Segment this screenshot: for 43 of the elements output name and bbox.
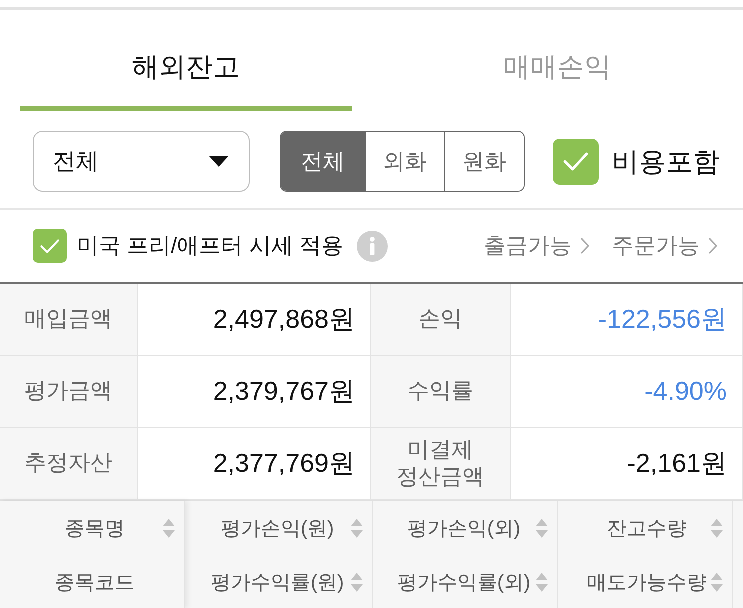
column-header[interactable]: 종목명 bbox=[0, 501, 184, 555]
column-header: 종목코드 bbox=[54, 570, 136, 596]
chevron-right-icon bbox=[580, 237, 590, 255]
summary-value: -122,556원 bbox=[511, 284, 743, 356]
sort-icon bbox=[536, 518, 548, 538]
extended-hours-checkbox[interactable] bbox=[33, 229, 67, 263]
caret-down-icon bbox=[209, 156, 229, 167]
summary-label: 미결제 정산금액 bbox=[371, 428, 511, 500]
account-dropdown[interactable]: 전체 bbox=[33, 131, 250, 192]
sort-icon bbox=[163, 518, 175, 538]
summary-value: 2,377,769원 bbox=[138, 428, 371, 500]
info-icon[interactable] bbox=[357, 230, 388, 262]
column-header[interactable]: 잔고수량 bbox=[558, 501, 732, 555]
column-header[interactable]: 매도가능수량 bbox=[558, 555, 732, 608]
tab[interactable]: 해외잔고 bbox=[20, 10, 352, 111]
checkmark-icon bbox=[563, 152, 589, 172]
summary-label: 평가금액 bbox=[0, 356, 138, 428]
column-header[interactable]: 평가수익률(원) bbox=[185, 555, 372, 608]
include-fees-checkbox[interactable] bbox=[553, 138, 599, 184]
sort-icon bbox=[711, 518, 723, 538]
include-fees-label: 비용포함 bbox=[612, 146, 720, 178]
nav-link[interactable]: 출금가능 bbox=[484, 231, 590, 261]
summary-label: 손익 bbox=[371, 284, 511, 356]
currency-toggle-option[interactable]: 전체 bbox=[281, 132, 365, 191]
summary-label: 매입금액 bbox=[0, 284, 138, 356]
sort-icon bbox=[711, 572, 723, 592]
chevron-right-icon bbox=[708, 237, 718, 255]
sort-icon bbox=[536, 572, 548, 592]
column-header[interactable]: 평가손익(원) bbox=[185, 501, 372, 555]
column-header[interactable]: 평가수익률(외) bbox=[373, 555, 557, 608]
currency-toggle-option[interactable]: 원화 bbox=[444, 132, 524, 191]
extended-hours-label: 미국 프리/애프터 시세 적용 bbox=[77, 232, 344, 260]
summary-label: 수익률 bbox=[371, 356, 511, 428]
summary-value: -4.90% bbox=[511, 356, 743, 428]
checkmark-icon bbox=[40, 238, 60, 254]
summary-value: -2,161원 bbox=[511, 428, 743, 500]
summary-value: 2,379,767원 bbox=[138, 356, 371, 428]
nav-link[interactable]: 주문가능 bbox=[612, 231, 718, 261]
sort-icon bbox=[351, 572, 363, 592]
column-header[interactable]: 평가손익(외) bbox=[373, 501, 557, 555]
sort-icon bbox=[351, 518, 363, 538]
summary-value: 2,497,868원 bbox=[138, 284, 371, 356]
summary-label: 추정자산 bbox=[0, 428, 138, 500]
